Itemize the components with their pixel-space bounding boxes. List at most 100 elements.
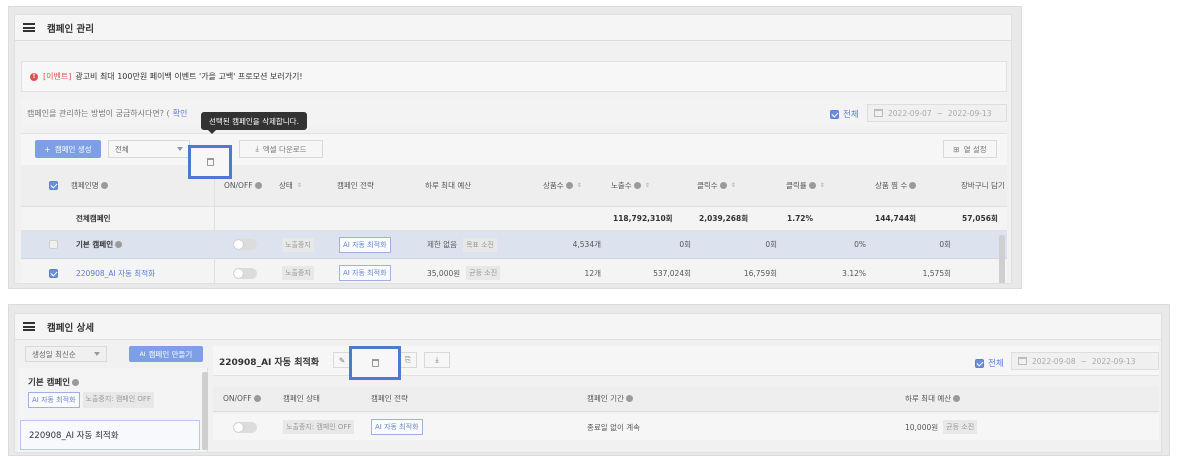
summary-wishes: 144,744회 bbox=[875, 214, 917, 223]
row-strategy: AI 자동 최적화 bbox=[371, 414, 423, 440]
row-strategy: AI 자동 최적화 bbox=[339, 259, 391, 283]
table-row[interactable]: 기본 캠페인 노출중지 AI 자동 최적화 제한 없음 목표 소진 4,534개 … bbox=[21, 231, 1007, 259]
row-impressions: 0회 bbox=[679, 240, 691, 249]
sidebar-scrollbar[interactable] bbox=[202, 372, 208, 450]
row-onoff[interactable] bbox=[233, 231, 257, 258]
menu-icon[interactable] bbox=[23, 322, 35, 331]
column-settings-label: 열 설정 bbox=[963, 144, 987, 154]
select-all-checkbox[interactable] bbox=[49, 181, 58, 190]
all-period-filter[interactable]: 전체 bbox=[975, 357, 1004, 369]
info-icon bbox=[100, 182, 108, 189]
row-wishes: 0회 bbox=[939, 240, 951, 249]
summary-impressions: 118,792,310회 bbox=[613, 214, 673, 223]
header-daily-budget: 하루 최대 예산 bbox=[905, 386, 961, 411]
campaign-table: 캠페인명 ON/OFF 상태 ⇕ 캠페인 전략 하루 최대 예산 상품수 ⇕ 노출수… bbox=[21, 165, 1007, 283]
row-ctr: 0% bbox=[854, 240, 866, 249]
summary-row: 전체캠페인 118,792,310회 2,039,268회 1.72% 144,… bbox=[21, 207, 1007, 231]
plus-icon: + bbox=[44, 144, 51, 154]
download-button[interactable]: ⤓ bbox=[424, 352, 450, 368]
page-header: 캠페인 관리 bbox=[15, 15, 1011, 41]
copy-button[interactable]: ⎘ bbox=[399, 352, 417, 368]
onoff-toggle[interactable] bbox=[233, 421, 257, 433]
ai-icon: AI bbox=[139, 350, 146, 358]
sort-icon: ⇕ bbox=[576, 182, 582, 189]
help-link[interactable]: 확인 bbox=[173, 108, 188, 119]
date-separator: ~ bbox=[936, 108, 943, 118]
vertical-scrollbar[interactable] bbox=[999, 235, 1005, 283]
header-status[interactable]: 상태 ⇕ bbox=[279, 165, 302, 206]
strategy-tag: AI 자동 최적화 bbox=[28, 392, 80, 408]
info-icon bbox=[253, 395, 261, 402]
trash-icon bbox=[371, 359, 379, 367]
table-row[interactable]: 220908_AI 자동 최적화 노출중지 AI 자동 최적화 35,000원 균… bbox=[21, 259, 1007, 283]
header-impressions[interactable]: 노출수 ⇕ bbox=[611, 165, 650, 206]
notice-message: 광고비 최대 100만원 페이백 이벤트 '가을 고백' 프로모션 보러가기! bbox=[75, 72, 303, 81]
sort-select-value: 생성일 최신순 bbox=[32, 349, 76, 359]
row-budget: 제한 없음 목표 소진 bbox=[427, 231, 497, 258]
sort-select[interactable]: 생성일 최신순 bbox=[25, 346, 107, 362]
excel-download-button[interactable]: ⤓ 엑셀 다운로드 bbox=[239, 140, 323, 158]
header-wishes: 상품 찜 수 bbox=[875, 165, 917, 206]
header-clicks[interactable]: 클릭수 ⇕ bbox=[697, 165, 736, 206]
info-icon bbox=[953, 395, 961, 402]
campaign-filter-select[interactable]: 전체 bbox=[108, 140, 190, 158]
header-campaign-period: 캠페인 기간 bbox=[587, 386, 633, 411]
header-ctr[interactable]: 클릭률 ⇕ bbox=[786, 165, 825, 206]
sidebar-item-selected[interactable]: 220908_AI 자동 최적화 bbox=[20, 420, 200, 450]
alert-icon: ! bbox=[30, 72, 38, 81]
all-period-filter[interactable]: 전체 bbox=[830, 108, 859, 120]
date-range-picker[interactable]: 2022-09-07 ~ 2022-09-13 bbox=[867, 104, 1007, 122]
header-daily-budget: 하루 최대 예산 bbox=[425, 181, 472, 190]
header-strategy: 캠페인 전략 bbox=[337, 181, 374, 190]
row-checkbox-cell[interactable] bbox=[49, 259, 58, 283]
sort-icon: ⇕ bbox=[730, 182, 736, 189]
header-cart: 장바구니 담기 bbox=[961, 181, 1005, 190]
row-onoff[interactable] bbox=[233, 414, 257, 440]
detail-table-row: 노출중지: 캠페인 OFF AI 자동 최적화 종료일 없이 계속 10,000… bbox=[213, 414, 1159, 440]
row-onoff[interactable] bbox=[233, 259, 257, 283]
date-start: 2022-09-07 bbox=[888, 108, 932, 118]
all-checkbox[interactable] bbox=[975, 358, 984, 368]
row-checkbox[interactable] bbox=[49, 240, 58, 249]
info-icon bbox=[254, 182, 262, 189]
row-budget: 35,000원 균등 소진 bbox=[427, 259, 501, 283]
delete-button-highlight[interactable] bbox=[349, 346, 401, 380]
header-products[interactable]: 상품수 ⇕ bbox=[543, 165, 582, 206]
make-campaign-button[interactable]: AI 캠페인 만들기 bbox=[129, 346, 203, 362]
page-header: 캠페인 상세 bbox=[15, 314, 1161, 340]
header-campaign-name[interactable]: 캠페인명 bbox=[71, 165, 108, 206]
create-campaign-button[interactable]: + 캠페인 생성 bbox=[35, 140, 101, 158]
date-range-picker[interactable]: 2022-09-08 ~ 2022-09-13 bbox=[1011, 352, 1159, 370]
onoff-toggle[interactable] bbox=[233, 267, 257, 279]
onoff-toggle[interactable] bbox=[233, 239, 257, 250]
header-select-all[interactable] bbox=[49, 165, 58, 206]
make-campaign-label: 캠페인 만들기 bbox=[148, 349, 193, 359]
chevron-down-icon bbox=[94, 352, 100, 356]
summary-label: 전체캠페인 bbox=[76, 214, 111, 223]
info-icon bbox=[115, 241, 123, 248]
status-tag: 노출중지: 캠페인 OFF bbox=[82, 392, 154, 408]
sidebar-item-name[interactable]: 기본 캠페인 bbox=[28, 376, 80, 388]
row-checkbox[interactable] bbox=[49, 268, 58, 278]
detail-campaign-name: 220908_AI 자동 최적화 bbox=[219, 358, 320, 368]
event-notice-banner[interactable]: ! [이벤트] 광고비 최대 100만원 페이백 이벤트 '가을 고백' 프로모… bbox=[21, 61, 1007, 92]
chevron-down-icon bbox=[177, 147, 183, 151]
row-checkbox-cell[interactable] bbox=[49, 231, 58, 258]
delete-tooltip: 선택된 캠페인을 삭제합니다. bbox=[201, 112, 307, 134]
info-icon bbox=[719, 182, 727, 189]
sort-icon: ⇕ bbox=[819, 182, 825, 189]
detail-table-header: ON/OFF 캠페인 상태 캠페인 전략 캠페인 기간 하루 최대 예산 bbox=[213, 386, 1159, 412]
row-campaign-name[interactable]: 기본 캠페인 bbox=[76, 231, 123, 258]
menu-icon[interactable] bbox=[23, 23, 35, 32]
summary-cart: 57,056회 bbox=[962, 214, 998, 223]
header-onoff: ON/OFF bbox=[223, 386, 261, 411]
all-checkbox[interactable] bbox=[830, 109, 839, 119]
filter-select-value: 전체 bbox=[115, 144, 129, 154]
row-campaign-name[interactable]: 220908_AI 자동 최적화 bbox=[76, 259, 155, 283]
download-icon: ⤓ bbox=[435, 355, 439, 364]
trash-icon bbox=[206, 158, 214, 166]
copy-icon: ⎘ bbox=[405, 355, 411, 364]
row-clicks: 16,759회 bbox=[743, 268, 777, 278]
column-settings-button[interactable]: ⊞ 열 설정 bbox=[943, 140, 997, 158]
delete-button-highlight[interactable] bbox=[188, 145, 232, 179]
